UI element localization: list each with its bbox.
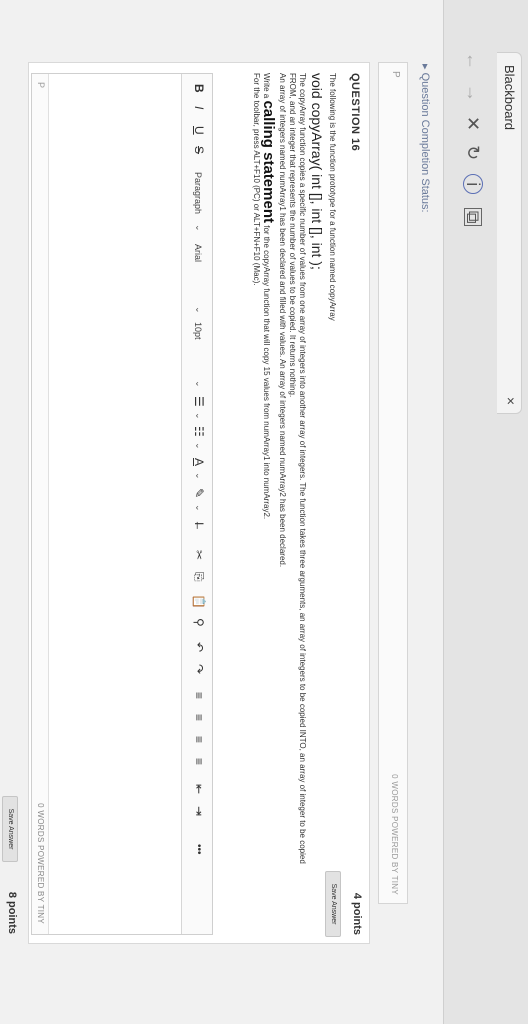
tab-title: Blackboard [502, 65, 517, 131]
find-icon[interactable]: ⚲ [192, 618, 206, 627]
question-completion-status[interactable]: ▸ Question Completion Status: [414, 0, 436, 1024]
next-save-answer-button[interactable]: Save Answer [2, 796, 18, 862]
paragraph-chevron-icon[interactable]: ⌄ [193, 224, 204, 232]
question-intro: The following is the function prototype … [328, 73, 337, 321]
question-title: QUESTION 16 [349, 73, 361, 152]
back-icon[interactable]: ← [463, 52, 484, 70]
justify-icon[interactable]: ≡ [192, 758, 206, 765]
question-body: The following is the function prototype … [251, 73, 337, 864]
next-question-points: 8 points [6, 891, 18, 934]
previous-answer-editor[interactable]: P 0 WORDS POWERED BY TINY [378, 62, 408, 904]
screen: Blackboard × ← → ✕ ↻ i ⧉ ▸ Question Comp… [0, 0, 528, 1024]
font-dropdown[interactable]: Arial [193, 244, 203, 262]
question-description-1: The copyArray function copies a specific… [298, 73, 307, 864]
bold-button[interactable]: B [192, 84, 206, 93]
copy-icon[interactable]: ⎘ [191, 572, 206, 582]
forward-icon[interactable]: → [463, 84, 484, 102]
align-center-icon[interactable]: ≡ [192, 714, 206, 721]
editor-status-bar: P 0 WORDS POWERED BY TINY [32, 74, 49, 934]
clear-format-icon[interactable]: I̶ [192, 522, 206, 525]
task-prefix: Write a [262, 73, 271, 99]
numbered-chevron-icon[interactable]: ⌄ [193, 442, 204, 450]
question-16-card: QUESTION 16 4 points Save Answer The fol… [28, 62, 370, 944]
highlight-chevron-icon[interactable]: ⌄ [193, 504, 204, 512]
size-chevron-icon[interactable]: ⌄ [193, 380, 204, 388]
numbered-list-icon[interactable]: ☷ [192, 426, 206, 437]
tab-close-icon[interactable]: × [503, 397, 519, 405]
browser-bar: Blackboard × ← → ✕ ↻ i ⧉ [443, 0, 528, 1024]
stop-icon[interactable]: ✕ [463, 116, 484, 131]
bullet-chevron-icon[interactable]: ⌄ [193, 412, 204, 420]
bullet-list-icon[interactable]: ☰ [192, 396, 206, 407]
outdent-icon[interactable]: ⇤ [192, 784, 206, 794]
word-count: 0 WORDS POWERED BY TINY [36, 803, 45, 924]
undo-icon[interactable]: ↶ [192, 642, 206, 652]
font-size-dropdown[interactable]: 10pt [193, 322, 203, 340]
answer-editor: B I U S Paragraph ⌄ Arial ⌄ 10pt ⌄ ☰ ⌄ ☷… [31, 73, 213, 935]
question-points: 4 points [351, 892, 363, 935]
highlight-icon[interactable]: ✎ [192, 488, 206, 498]
font-chevron-icon[interactable]: ⌄ [193, 306, 204, 314]
task-statement: Write a calling statement for the copyAr… [260, 73, 277, 853]
cut-icon[interactable]: ✂ [192, 550, 206, 560]
text-color-icon[interactable]: A [192, 458, 206, 466]
task-emphasis: calling statement [260, 100, 277, 223]
strikethrough-button[interactable]: S [192, 146, 206, 154]
refresh-icon[interactable]: ↻ [463, 145, 484, 160]
indent-icon[interactable]: ⇥ [192, 806, 206, 816]
info-icon[interactable]: i [463, 174, 484, 195]
capture-icon[interactable]: ⧉ [464, 208, 484, 227]
more-options-icon[interactable]: ••• [193, 844, 204, 855]
paragraph-dropdown[interactable]: Paragraph [193, 172, 203, 214]
word-count: 0 WORDS POWERED BY TINY [390, 774, 399, 895]
toolbar-hint: For the toolbar, press ALT+F10 (PC) or A… [252, 73, 261, 286]
underline-button[interactable]: U [192, 126, 206, 135]
nav-controls: ← → ✕ ↻ i ⧉ [458, 52, 488, 227]
task-suffix: for the copyArray function that will cop… [262, 225, 271, 520]
align-left-icon[interactable]: ≡ [192, 692, 206, 699]
text-color-chevron-icon[interactable]: ⌄ [193, 472, 204, 480]
function-prototype: void copyArray( int [], int [], int ); [309, 73, 325, 270]
redo-icon[interactable]: ↷ [192, 664, 206, 674]
question-description-3: An array of integers named numArray1 has… [278, 73, 287, 568]
completion-status-label[interactable]: ▸ Question Completion Status: [419, 64, 432, 213]
question-description-2: FROM, and an integer that represents the… [288, 73, 297, 398]
italic-button[interactable]: I [192, 106, 206, 109]
save-answer-button[interactable]: Save Answer [325, 871, 341, 937]
editor-path-label: P [36, 82, 46, 89]
answer-text-area[interactable] [51, 74, 181, 934]
paste-icon[interactable]: 📋 [192, 594, 206, 609]
align-right-icon[interactable]: ≡ [192, 736, 206, 743]
next-question-header: 8 points Save Answer [0, 62, 22, 942]
editor-path-label: P [390, 71, 401, 78]
editor-toolbar: B I U S Paragraph ⌄ Arial ⌄ 10pt ⌄ ☰ ⌄ ☷… [181, 74, 212, 934]
browser-tab[interactable]: Blackboard × [497, 52, 522, 414]
